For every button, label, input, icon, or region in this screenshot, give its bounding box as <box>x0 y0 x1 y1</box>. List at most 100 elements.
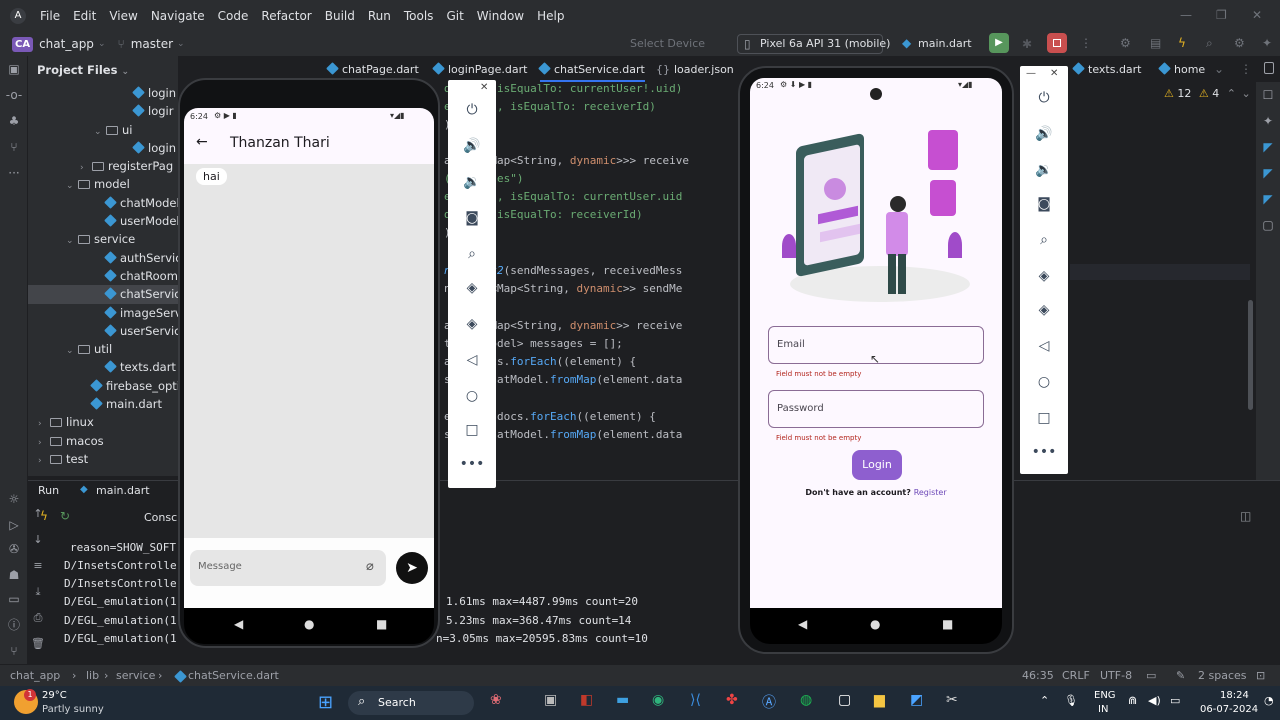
chevron-right-icon[interactable]: › <box>38 434 50 452</box>
ai-assistant-icon[interactable]: ✎ <box>1176 669 1185 682</box>
minimize-panel-icon[interactable]: — <box>1026 68 1036 79</box>
file-explorer-icon[interactable]: ▆ <box>874 692 885 708</box>
resource-manager-icon[interactable]: ♣ <box>0 108 28 134</box>
run-tab-main[interactable]: main.dart <box>96 484 150 497</box>
line-separator[interactable]: CRLF <box>1062 669 1090 682</box>
trash-icon[interactable]: 🗑 <box>28 631 48 657</box>
nav-home-icon[interactable]: ● <box>304 617 314 631</box>
commit-icon[interactable]: -o- <box>0 82 28 108</box>
pull-requests-icon[interactable]: ⑂ <box>0 134 28 160</box>
tree-item[interactable]: userModel <box>28 212 178 230</box>
back-arrow-icon[interactable]: ← <box>196 134 208 150</box>
volume-down-icon[interactable]: 🔉 <box>448 174 496 190</box>
tree-item[interactable]: userServic <box>28 322 178 340</box>
logcat-icon[interactable]: ☗ <box>0 562 28 588</box>
windows-start-icon[interactable]: ⊞ <box>318 692 333 713</box>
caret-position[interactable]: 46:35 <box>1022 669 1054 682</box>
tree-item[interactable]: ⌄ ui <box>28 121 178 139</box>
menu-window[interactable]: Window <box>477 9 524 23</box>
editor-scrollbar[interactable] <box>1248 300 1253 410</box>
android-studio-logo-icon[interactable]: A <box>10 8 26 24</box>
chevron-right-icon[interactable]: › <box>38 415 50 433</box>
clock-date[interactable]: 06-07-2024 <box>1200 704 1258 715</box>
lock-icon[interactable]: ⊡ <box>1256 669 1265 682</box>
tree-item[interactable]: › registerPag <box>28 157 178 175</box>
wifi-icon[interactable]: ⋒ <box>1128 694 1137 707</box>
spotify-icon[interactable]: ◍ <box>800 692 812 708</box>
select-device-dropdown[interactable]: Select Device <box>630 37 705 50</box>
menu-help[interactable]: Help <box>537 9 564 23</box>
tab-loader-json[interactable]: {} loader.json <box>656 60 734 82</box>
stop-button[interactable] <box>1047 33 1067 53</box>
chevron-down-icon[interactable]: ⌄ <box>66 232 78 250</box>
gradle-icon[interactable]: ▢ <box>1256 212 1280 238</box>
tabs-overflow-icon[interactable]: ⌄ <box>1214 62 1224 76</box>
menu-tools[interactable]: Tools <box>404 9 434 23</box>
run-config-selector[interactable]: main.dart <box>918 37 972 50</box>
tab-options-icon[interactable] <box>1264 62 1274 77</box>
chevron-down-icon[interactable]: ⌄ <box>1241 87 1250 100</box>
flutter-inspector-icon[interactable]: ◤ <box>1256 160 1280 186</box>
branch-selector[interactable]: master <box>131 37 173 51</box>
overview-icon[interactable]: □ <box>448 422 496 438</box>
tree-item[interactable]: logir <box>28 102 178 120</box>
tree-item[interactable]: authServic <box>28 249 178 267</box>
chevron-down-icon[interactable]: ⌄ <box>66 177 78 195</box>
menu-navigate[interactable]: Navigate <box>151 9 205 23</box>
menu-run[interactable]: Run <box>368 9 391 23</box>
arrow-down-icon[interactable]: ↓ <box>28 527 48 553</box>
volume-up-icon[interactable]: 🔊 <box>448 138 496 154</box>
more-icon[interactable]: ••• <box>448 456 496 472</box>
volume-icon[interactable]: ◀) <box>1148 694 1161 707</box>
language-primary[interactable]: ENG <box>1094 690 1116 701</box>
rerun-icon[interactable]: ↻ <box>60 509 70 523</box>
tree-item[interactable]: › test <box>28 450 178 468</box>
project-badge[interactable]: CA <box>12 36 34 52</box>
clock-time[interactable]: 18:24 <box>1220 690 1249 701</box>
device-manager-icon[interactable]: ⚙ <box>1120 36 1131 50</box>
nav-recents-icon[interactable]: ■ <box>942 617 953 631</box>
nav-back-icon[interactable]: ◀ <box>798 617 807 631</box>
sdk-icon[interactable]: ▤ <box>1150 36 1161 50</box>
soft-wrap-icon[interactable]: ≡ <box>28 553 48 579</box>
debug-tool-icon[interactable]: ✇ <box>0 536 28 562</box>
password-field[interactable]: Password <box>768 390 984 428</box>
app-icon-1[interactable]: ◧ <box>580 692 593 708</box>
console-tab[interactable]: Consc <box>144 511 177 524</box>
chevron-down-icon[interactable]: ⌄ <box>66 342 78 360</box>
tray-overflow-icon[interactable]: ⌃ <box>1040 694 1049 707</box>
debug-icon[interactable]: ✱ <box>1022 37 1032 51</box>
menu-file[interactable]: File <box>40 9 60 23</box>
gemini-icon[interactable]: ✦ <box>1262 36 1272 50</box>
nav-home-icon[interactable]: ● <box>870 617 880 631</box>
notifications-icon[interactable]: ☐ <box>1256 82 1280 108</box>
rotate-right-icon[interactable]: ◈ <box>1020 302 1068 318</box>
tab-home[interactable]: home <box>1158 60 1205 82</box>
menu-view[interactable]: View <box>109 9 137 23</box>
tree-item[interactable]: texts.dart <box>28 358 178 376</box>
breadcrumb-lib[interactable]: lib <box>86 669 99 682</box>
app-icon-2[interactable]: ▬ <box>616 692 629 708</box>
indent-setting[interactable]: 2 spaces <box>1198 669 1247 682</box>
layout-icon[interactable]: ◫ <box>1240 509 1251 523</box>
close-icon[interactable]: ✕ <box>480 82 488 93</box>
close-window-icon[interactable]: ✕ <box>1252 8 1262 22</box>
rotate-left-icon[interactable]: ◈ <box>448 280 496 296</box>
weather-temp[interactable]: 29°C <box>42 690 67 701</box>
nav-recents-icon[interactable]: ■ <box>376 617 387 631</box>
tree-item[interactable]: login <box>28 84 178 102</box>
breadcrumb-service[interactable]: service <box>116 669 155 682</box>
more-tools-icon[interactable]: ··· <box>0 160 28 186</box>
terminal-icon[interactable]: ▭ <box>0 586 28 612</box>
home-icon[interactable]: ○ <box>448 388 496 404</box>
attach-icon[interactable]: ⌀ <box>366 559 374 574</box>
login-button[interactable]: Login <box>852 450 902 480</box>
run-tool-icon[interactable]: ▷ <box>0 512 28 538</box>
chevron-down-icon[interactable]: ⌄ <box>94 123 106 141</box>
volume-down-icon[interactable]: 🔉 <box>1020 162 1068 178</box>
close-icon[interactable]: ✕ <box>1050 68 1058 79</box>
notifications-bell-icon[interactable]: ◔ <box>1264 694 1274 707</box>
app-icon-3[interactable]: ◩ <box>910 692 923 708</box>
task-view-icon[interactable]: ▣ <box>544 692 557 708</box>
inspection-widget[interactable]: ⚠ 12 ⚠ 4 ⌃ ⌄ <box>1164 87 1251 100</box>
